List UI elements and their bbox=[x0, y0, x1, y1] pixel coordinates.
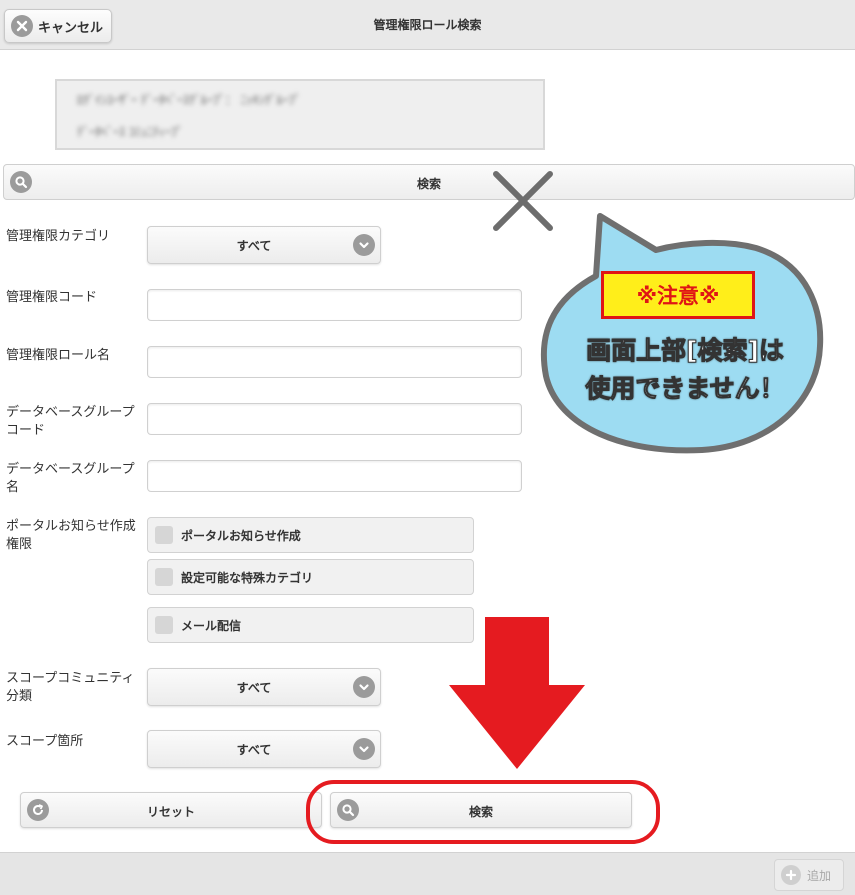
reset-button[interactable]: リセット bbox=[20, 792, 322, 828]
chevron-down-icon bbox=[353, 738, 375, 760]
caution-message: 画面上部[検索]は 使用できません！ bbox=[552, 332, 818, 408]
role-name-input[interactable] bbox=[147, 346, 522, 378]
add-button-label: 追加 bbox=[807, 868, 832, 883]
add-button[interactable]: 追加 bbox=[774, 859, 844, 891]
checkbox-label: メール配信 bbox=[181, 618, 242, 633]
db-group-name-label: データベースグループ名 bbox=[6, 462, 135, 495]
checkbox-box bbox=[155, 616, 173, 634]
role-name-label: 管理権限ロール名 bbox=[6, 348, 111, 363]
arrow-down-icon bbox=[449, 617, 585, 769]
redacted-info-box: ﾛｸﾞｲﾝﾕｰｻﾞｰ ﾃﾞｰﾀﾍﾞｰｽｸﾞﾙｰﾌﾟ： ﾆｯｷﾝｸﾞﾙｰﾌﾟ ﾃﾞ… bbox=[55, 79, 545, 150]
category-select-value: すべて bbox=[236, 239, 272, 253]
header-bar: キャンセル 管理権限ロール検索 bbox=[0, 0, 855, 50]
chevron-down-icon bbox=[353, 676, 375, 698]
code-input[interactable] bbox=[147, 289, 522, 321]
db-group-code-input[interactable] bbox=[147, 403, 522, 435]
plus-circle-icon bbox=[781, 865, 801, 885]
db-group-code-label: データベースグループコード bbox=[6, 405, 135, 438]
footer-bar: 追加 bbox=[0, 852, 855, 895]
code-label: 管理権限コード bbox=[6, 290, 98, 305]
redacted-info-line: ﾛｸﾞｲﾝﾕｰｻﾞｰ ﾃﾞｰﾀﾍﾞｰｽｸﾞﾙｰﾌﾟ： ﾆｯｷﾝｸﾞﾙｰﾌﾟ bbox=[77, 93, 301, 107]
scope-location-select[interactable]: すべて bbox=[147, 730, 381, 768]
caution-message-line: 画面上部[検索]は bbox=[586, 336, 785, 366]
chevron-down-icon bbox=[353, 234, 375, 256]
db-group-name-input[interactable] bbox=[147, 460, 522, 492]
mail-delivery-checkbox[interactable]: メール配信 bbox=[147, 607, 474, 643]
reset-button-label: リセット bbox=[146, 805, 195, 819]
scope-community-select[interactable]: すべて bbox=[147, 668, 381, 706]
checkbox-label: ポータルお知らせ作成 bbox=[181, 528, 301, 543]
redacted-info-line: ﾃﾞｰﾀﾍﾞｰｽ ｺﾐｭﾆﾃｨｰﾌﾟ bbox=[77, 125, 183, 139]
caution-label: ※注意※ bbox=[601, 271, 755, 319]
special-category-checkbox[interactable]: 設定可能な特殊カテゴリ bbox=[147, 559, 474, 595]
scope-community-value: すべて bbox=[236, 681, 272, 695]
highlight-ellipse bbox=[306, 780, 660, 844]
page-title: 管理権限ロール検索 bbox=[373, 18, 482, 32]
portal-notice-checkbox[interactable]: ポータルお知らせ作成 bbox=[147, 517, 474, 553]
top-search-label: 検索 bbox=[416, 177, 441, 191]
top-search-button[interactable]: 検索 bbox=[3, 164, 855, 200]
caution-message-line: 使用できません！ bbox=[585, 374, 785, 404]
category-label: 管理権限カテゴリ bbox=[6, 229, 111, 244]
portal-permission-label: ポータルお知らせ作成権限 bbox=[6, 519, 136, 552]
scope-location-value: すべて bbox=[236, 743, 272, 757]
category-select[interactable]: すべて bbox=[147, 226, 381, 264]
scope-community-label: スコープコミュニティ分類 bbox=[6, 671, 135, 704]
checkbox-label: 設定可能な特殊カテゴリ bbox=[181, 570, 314, 585]
scope-location-label: スコープ箇所 bbox=[6, 734, 84, 749]
checkbox-box bbox=[155, 526, 173, 544]
checkbox-box bbox=[155, 568, 173, 586]
